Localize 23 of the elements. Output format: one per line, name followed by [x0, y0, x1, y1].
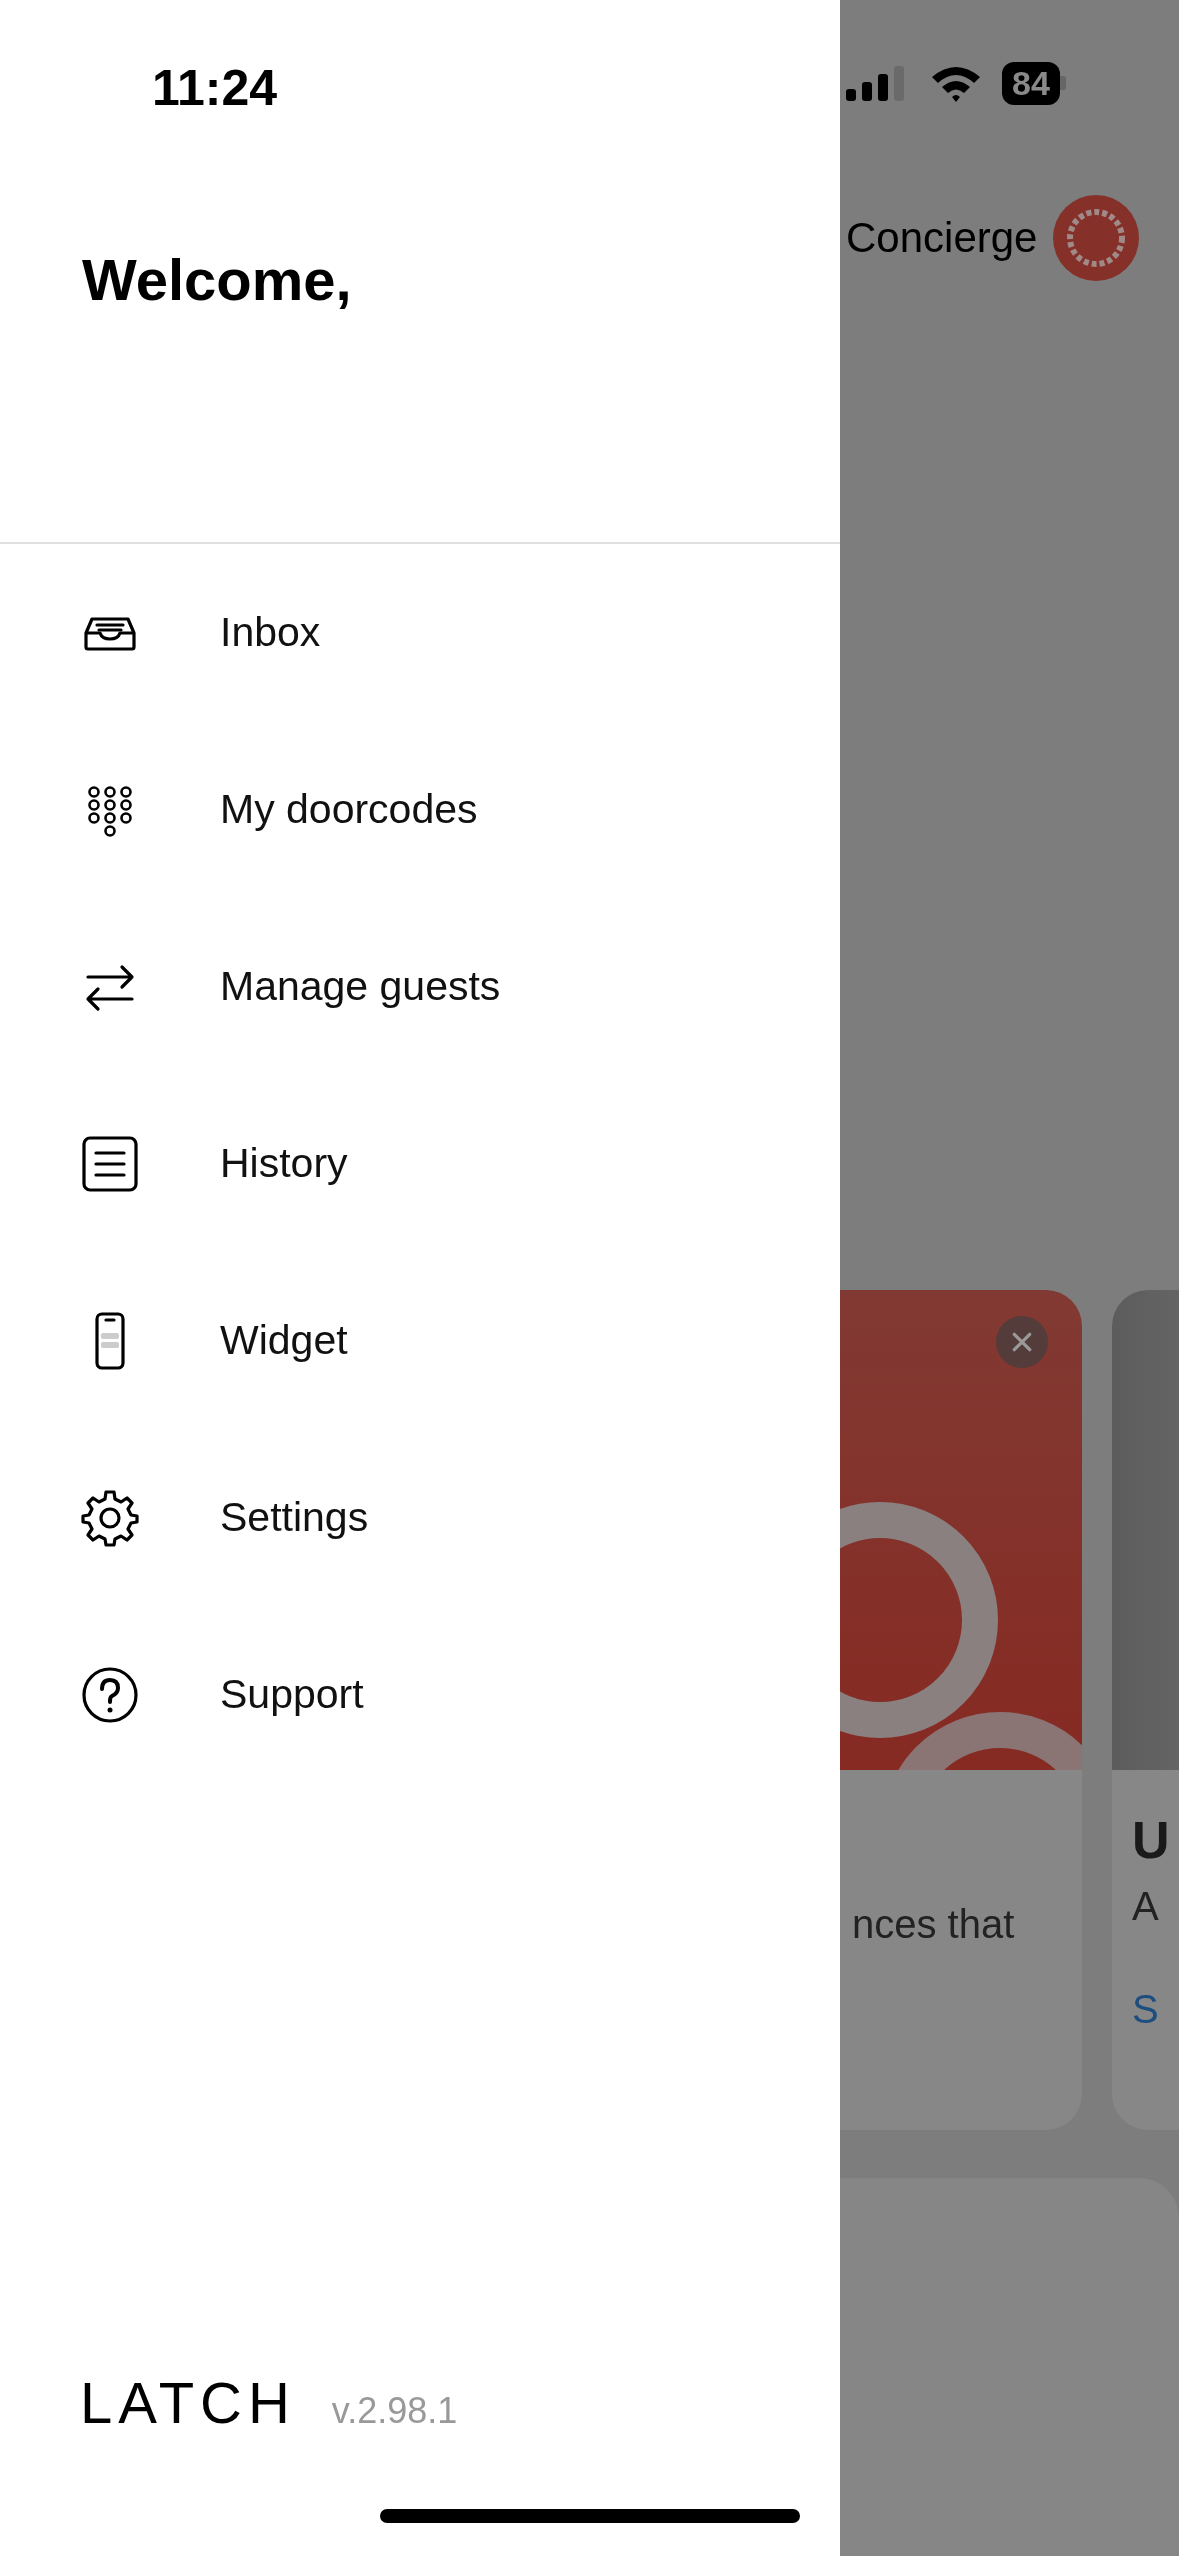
version-label: v.2.98.1	[331, 2390, 458, 2432]
document-icon	[80, 1133, 140, 1194]
card-title: U	[1132, 1809, 1171, 1870]
help-icon	[80, 1664, 140, 1725]
menu-item[interactable]: History	[0, 1075, 840, 1252]
close-icon	[1011, 1330, 1033, 1353]
card-description: A	[1132, 1883, 1160, 1929]
menu-item[interactable]: Support	[0, 1606, 840, 1783]
avatar-icon[interactable]	[1053, 195, 1140, 282]
menu-item[interactable]: Inbox	[0, 544, 840, 721]
menu-item[interactable]: Settings	[0, 1429, 840, 1606]
menu-item[interactable]: Manage guests	[0, 898, 840, 1075]
brand-logo: LATCH	[80, 2369, 296, 2436]
settings-icon	[80, 1487, 140, 1548]
menu-item[interactable]: Widget	[0, 1252, 840, 1429]
card-description: nces that	[851, 1901, 1016, 1947]
promo-card[interactable]: nces that	[840, 1289, 1082, 2130]
close-button[interactable]	[996, 1315, 1048, 1368]
welcome-heading: Welcome,	[82, 246, 352, 313]
header-title: Concierge	[846, 214, 1038, 263]
status-time: 11:24	[152, 59, 278, 117]
menu-item[interactable]: My doorcodes	[0, 721, 840, 898]
article-card[interactable]: U A S	[1112, 1289, 1179, 2130]
